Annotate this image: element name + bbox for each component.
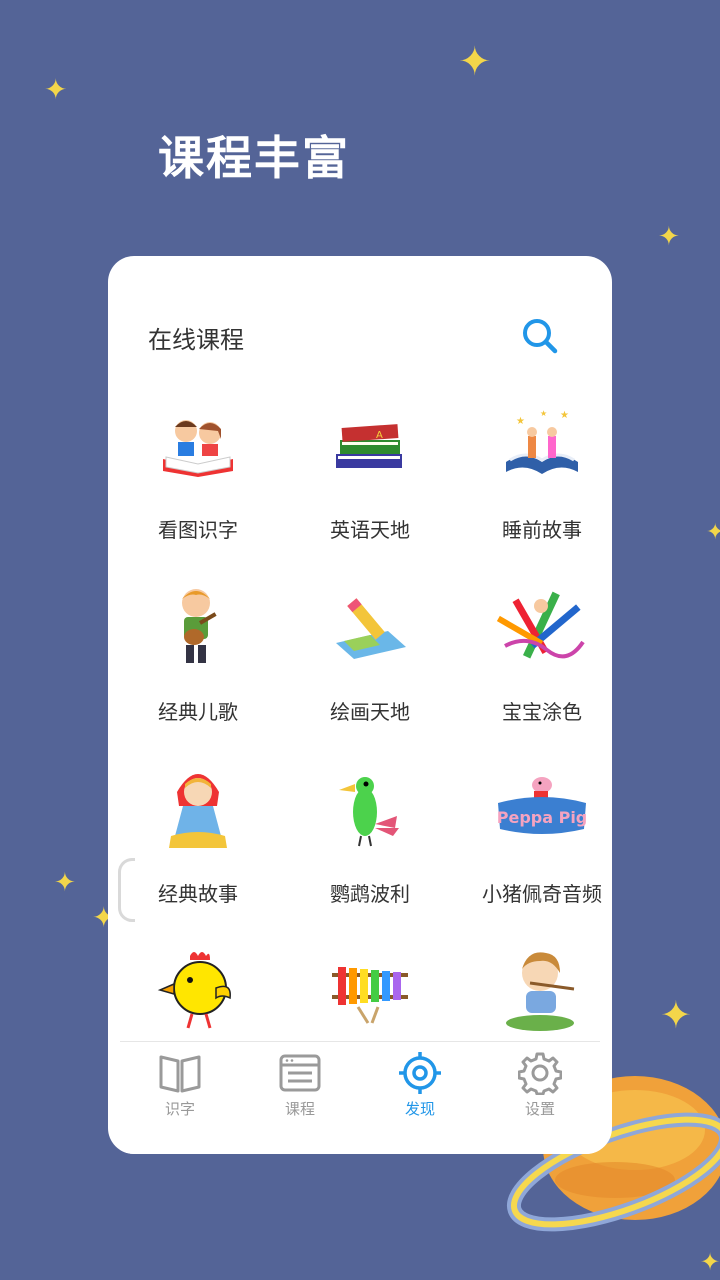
course-item[interactable]: 经典故事	[118, 760, 278, 942]
svg-text:★: ★	[560, 410, 569, 421]
star-icon: ✦	[706, 520, 720, 545]
course-label: 英语天地	[330, 518, 410, 542]
tab-label: 发现	[404, 1100, 435, 1118]
course-label: 睡前故事	[502, 518, 582, 542]
boy-flute-icon	[506, 952, 575, 1031]
promo-headline: 课程丰富	[158, 131, 350, 185]
courses-card: 在线课程 看图识字 A 英语天地 ★ ★ ★ 睡前故事 经典儿歌 绘画天地 宝宝…	[108, 256, 612, 1154]
course-grid: 看图识字 A 英语天地 ★ ★ ★ 睡前故事 经典儿歌 绘画天地 宝宝涂色 经典…	[108, 396, 612, 1124]
star-icon: ✦	[658, 222, 680, 252]
star-icon: ✦	[660, 993, 692, 1037]
tab-literacy[interactable]: 识字	[120, 1042, 240, 1154]
course-label: 经典儿歌	[158, 700, 238, 724]
course-label: 鹦鹉波利	[330, 882, 410, 906]
tab-label: 识字	[164, 1100, 195, 1118]
chick-icon	[157, 952, 231, 1029]
page-title: 在线课程	[148, 326, 244, 354]
svg-text:Peppa Pig: Peppa Pig	[497, 808, 588, 827]
course-item[interactable]: 看图识字	[118, 396, 278, 578]
course-label: 小猪佩奇音频	[482, 882, 602, 906]
course-label: 经典故事	[158, 882, 238, 906]
bottom-tab-bar: 识字 课程 发现 设置	[120, 1041, 600, 1154]
course-item[interactable]: 宝宝涂色	[462, 578, 612, 760]
tab-label: 课程	[284, 1100, 315, 1118]
course-item[interactable]: A 英语天地	[290, 396, 450, 578]
girl-hood-icon	[169, 774, 227, 848]
svg-text:★: ★	[540, 409, 547, 418]
course-label: 宝宝涂色	[502, 700, 582, 724]
tab-settings[interactable]: 设置	[480, 1042, 600, 1154]
target-icon	[399, 1052, 441, 1094]
course-item[interactable]: ★ ★ ★ 睡前故事	[462, 396, 612, 578]
svg-text:★: ★	[516, 416, 525, 427]
course-list-icon	[279, 1054, 321, 1092]
course-label: 绘画天地	[330, 700, 410, 724]
search-icon	[523, 319, 558, 354]
tab-label: 设置	[524, 1100, 555, 1118]
tab-courses[interactable]: 课程	[240, 1042, 360, 1154]
books-stack-icon: A	[336, 424, 402, 468]
parrot-icon	[339, 777, 399, 847]
star-icon: ✦	[54, 868, 76, 898]
storybook-icon: ★ ★ ★	[506, 409, 578, 474]
course-item[interactable]: 经典儿歌	[118, 578, 278, 760]
svg-text:A: A	[376, 430, 383, 441]
peppa-pig-icon: Peppa Pig	[497, 777, 588, 834]
xylophone-icon	[332, 967, 408, 1024]
tab-discover[interactable]: 发现	[360, 1042, 480, 1154]
boy-guitar-icon	[182, 589, 217, 663]
star-icon: ✦	[458, 39, 492, 85]
course-item[interactable]: Peppa Pig 小猪佩奇音频	[462, 760, 612, 942]
crayons-icon	[497, 591, 585, 659]
kids-reading-icon	[163, 420, 233, 477]
search-button[interactable]	[518, 314, 562, 358]
course-item[interactable]: 鹦鹉波利	[290, 760, 450, 942]
side-drawer-handle[interactable]	[118, 858, 135, 922]
course-item[interactable]: 绘画天地	[290, 578, 450, 760]
star-icon: ✦	[44, 73, 68, 106]
book-icon	[159, 1055, 201, 1093]
course-label: 看图识字	[158, 518, 238, 542]
gear-icon	[518, 1052, 562, 1095]
pencil-paper-icon	[336, 598, 406, 659]
